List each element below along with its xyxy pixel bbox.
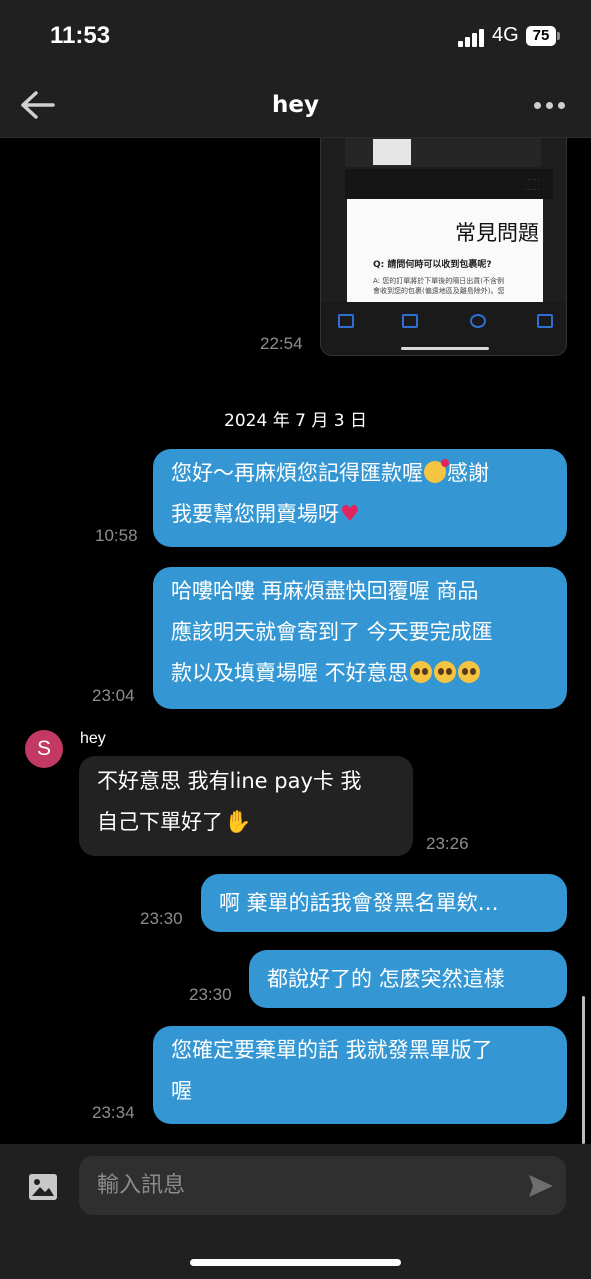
message-line: 款以及填賣場喔 不好意思 — [171, 653, 549, 694]
avatar[interactable]: S — [25, 730, 63, 768]
message-text: 感謝 — [447, 461, 489, 485]
message-line: 應該明天就會寄到了 今天要完成匯 — [171, 620, 493, 644]
battery-icon: 75 — [526, 26, 556, 46]
composer-bar — [0, 1144, 591, 1279]
compose-icon — [537, 314, 553, 328]
status-bar: 11:53 4G 75 — [0, 0, 591, 72]
message-line: 我要幫您開賣場呀♥ — [171, 494, 549, 535]
faq-answer-line-1: A: 您的訂單將於下單後的隔日出貨(不含例 — [373, 277, 504, 285]
status-time: 11:53 — [50, 22, 111, 49]
battery-tip — [557, 32, 560, 40]
message-time: 10:58 — [95, 526, 138, 545]
message-line: 喔 — [171, 1079, 192, 1103]
message-time: 23:04 — [92, 686, 135, 705]
network-label: 4G — [492, 24, 519, 46]
message-text: 您好～再麻煩您記得匯款喔 — [171, 461, 423, 485]
home-indicator — [190, 1259, 401, 1266]
message-time: 23:30 — [140, 909, 183, 928]
pleading-face-icon — [409, 661, 432, 683]
message-bubble-incoming[interactable]: 不好意思 我有line pay卡 我 自己下單好了✋ — [79, 756, 413, 856]
image-toolbar — [321, 302, 566, 355]
message-line: 您好～再麻煩您記得匯款喔 感謝 — [171, 453, 549, 494]
image-home-indicator — [401, 347, 489, 350]
send-icon[interactable] — [527, 1172, 555, 1200]
trash-icon — [338, 314, 354, 328]
sender-name: hey — [80, 730, 106, 747]
image-message[interactable]: · · · · · · · · · · · 常見問題 Q: 請問何時可以收到包裹… — [320, 138, 567, 356]
message-text: 款以及填賣場喔 不好意思 — [171, 661, 409, 685]
chat-title: hey — [272, 92, 319, 118]
image-meta: · · · · · · · · · · · — [345, 169, 553, 199]
faq-answer: A: 您的訂單將於下單後的隔日出貨(不含例 會收到您的包裹(偏遠地區及離島除外)… — [373, 276, 543, 296]
folder-icon — [402, 314, 418, 328]
faq-document: 常見問題 Q: 請問何時可以收到包裹呢? A: 您的訂單將於下單後的隔日出貨(不… — [347, 199, 543, 304]
faq-question: Q: 請問何時可以收到包裹呢? — [373, 260, 492, 270]
image-icon[interactable] — [29, 1174, 57, 1200]
message-time: 23:30 — [189, 985, 232, 1004]
message-bubble-outgoing[interactable]: 啊 棄單的話我會發黑名單欸… — [201, 874, 567, 932]
reply-icon — [470, 314, 486, 328]
pleading-face-icon — [433, 661, 456, 683]
folded-hands-icon: ✋ — [224, 810, 252, 835]
image-header — [345, 138, 541, 167]
message-line: 不好意思 我有line pay卡 我 — [97, 769, 362, 793]
message-line: 啊 棄單的話我會發黑名單欸… — [219, 891, 499, 915]
message-time: 22:54 — [260, 334, 303, 353]
date-separator: 2024 年 7 月 3 日 — [224, 411, 367, 431]
faq-title: 常見問題 — [455, 221, 539, 245]
more-horizontal-icon[interactable] — [534, 94, 568, 116]
faq-answer-line-2: 會收到您的包裹(偏遠地區及離島除外)。您 — [373, 287, 505, 295]
product-thumbnail — [373, 139, 411, 165]
message-input-container — [79, 1156, 566, 1215]
signal-icon — [458, 27, 486, 47]
message-time: 23:26 — [426, 834, 469, 853]
message-bubble-outgoing[interactable]: 您確定要棄單的話 我就發黑單版了 喔 — [153, 1026, 567, 1124]
message-bubble-outgoing[interactable]: 都說好了的 怎麼突然這樣 — [249, 950, 567, 1008]
message-line: 哈嘍哈嘍 再麻煩盡快回覆喔 商品 — [171, 579, 479, 603]
pleading-face-icon — [457, 661, 480, 683]
message-text: 我要幫您開賣場呀 — [171, 502, 339, 526]
scrollbar[interactable] — [582, 996, 585, 1144]
message-line: 您確定要棄單的話 我就發黑單版了 — [171, 1038, 493, 1062]
smiling-face-with-hearts-icon — [424, 459, 449, 483]
message-list[interactable]: · · · · · · · · · · · 常見問題 Q: 請問何時可以收到包裹… — [0, 138, 591, 1144]
message-time: 23:34 — [92, 1103, 135, 1122]
message-bubble-outgoing[interactable]: 哈嘍哈嘍 再麻煩盡快回覆喔 商品 應該明天就會寄到了 今天要完成匯 款以及填賣場… — [153, 567, 567, 709]
message-line: 自己下單好了✋ — [97, 802, 395, 843]
message-bubble-outgoing[interactable]: 您好～再麻煩您記得匯款喔 感謝 我要幫您開賣場呀♥ — [153, 449, 567, 547]
message-input[interactable] — [97, 1156, 517, 1215]
message-text: 自己下單好了 — [97, 810, 223, 834]
red-heart-icon: ♥ — [340, 502, 360, 527]
message-line: 都說好了的 怎麼突然這樣 — [267, 967, 505, 991]
chat-header: hey — [0, 72, 591, 138]
